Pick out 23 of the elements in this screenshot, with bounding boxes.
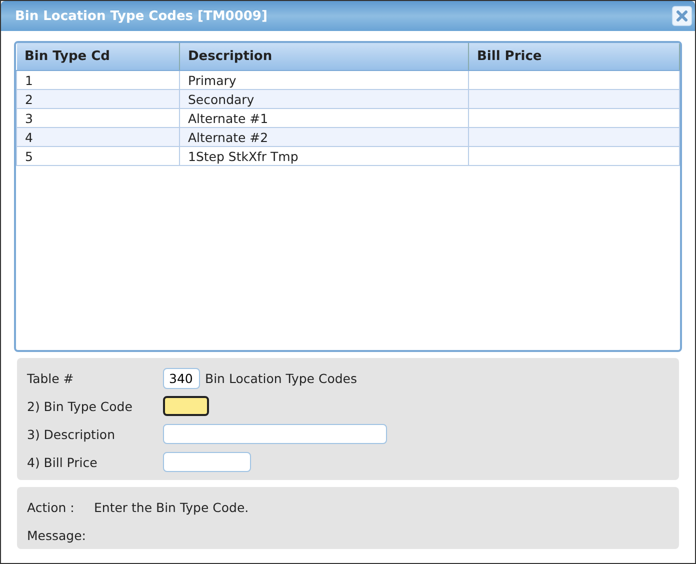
table-cell: 4 — [16, 128, 180, 146]
action-label: Action : — [27, 500, 76, 514]
column-header[interactable]: Bill Price — [468, 43, 680, 70]
table-cell: 1Step StkXfr Tmp — [180, 146, 468, 166]
input-field[interactable] — [163, 452, 251, 472]
table-cell: 2 — [16, 90, 180, 108]
table-cell: 5 — [16, 146, 180, 166]
field-label: Table # — [27, 370, 75, 386]
message-label: Message: — [27, 528, 87, 542]
input-field[interactable] — [163, 424, 387, 444]
close-button[interactable] — [672, 6, 692, 26]
field-label: 2) Bin Type Code — [27, 398, 134, 414]
input-field[interactable] — [163, 396, 209, 416]
field-label: 3) Description — [27, 426, 116, 442]
action-text: Enter the Bin Type Code. — [94, 500, 249, 514]
input-field[interactable]: 340 — [163, 368, 200, 388]
column-header[interactable]: Bin Type Cd — [16, 43, 180, 70]
table-cell: Alternate #2 — [180, 128, 468, 146]
window-title: Bin Location Type Codes [TM0009] — [15, 8, 268, 24]
table-name: Bin Location Type Codes — [205, 370, 357, 386]
table-cell: Secondary — [180, 90, 468, 108]
column-header[interactable]: Description — [180, 43, 468, 70]
field-label: 4) Bill Price — [27, 454, 98, 470]
